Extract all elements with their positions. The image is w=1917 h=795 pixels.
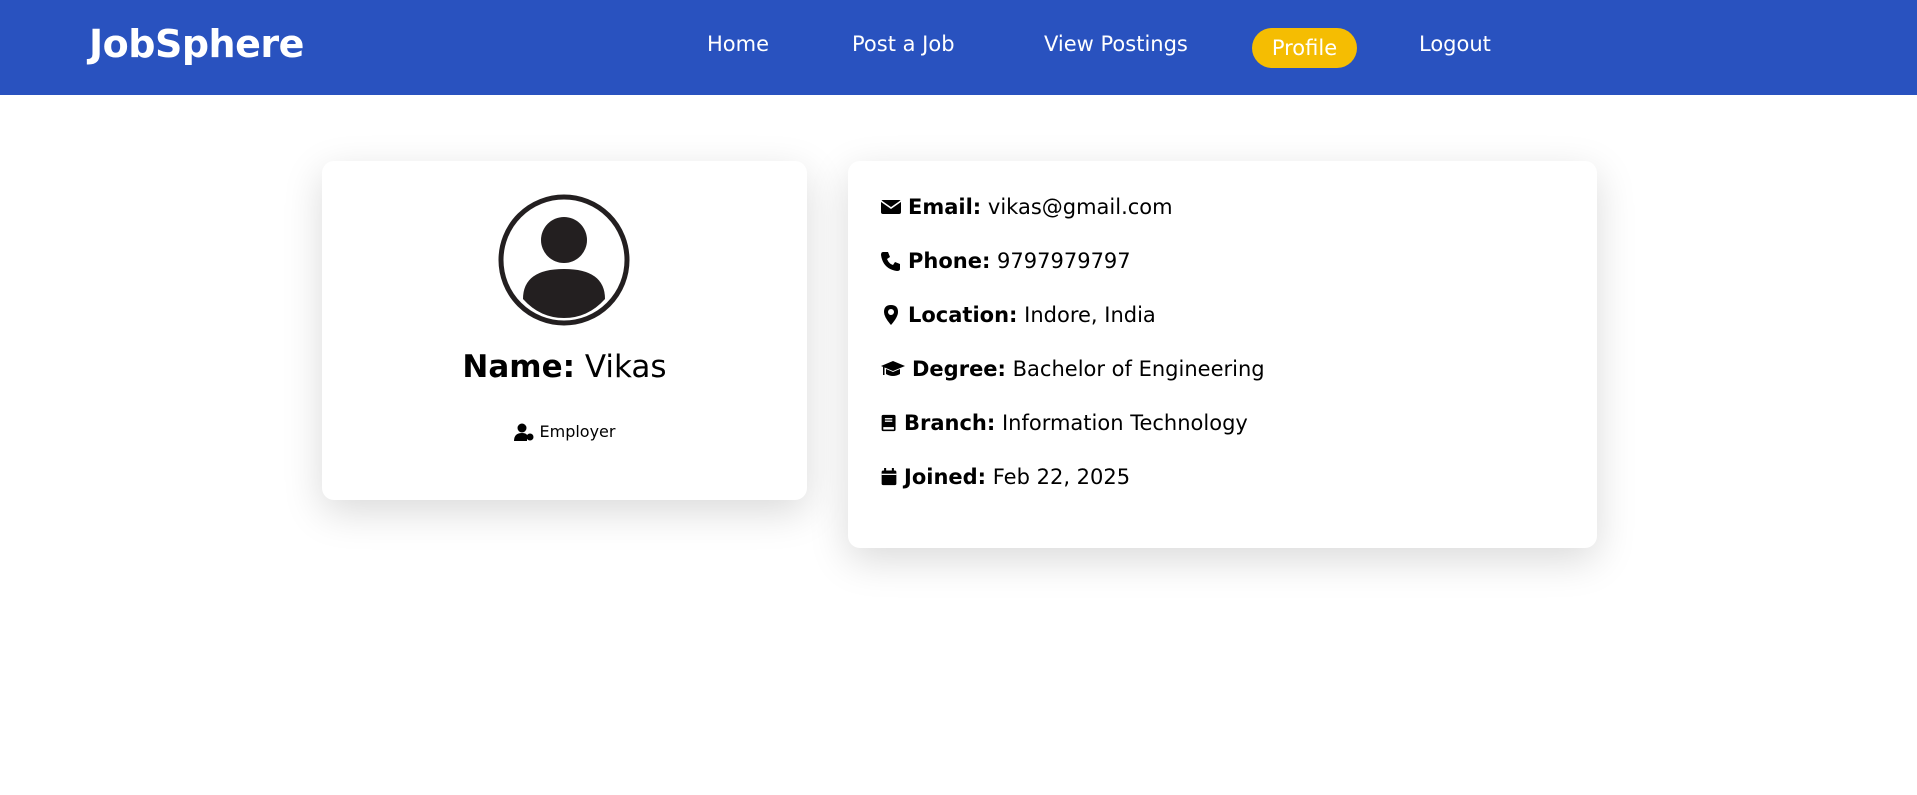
detail-location: Location: Indore, India [880,303,1156,327]
profile-role: Employer [322,422,807,441]
phone-icon [881,252,900,271]
nav-logout[interactable]: Logout [1419,32,1491,56]
detail-branch: Branch: Information Technology [880,411,1248,435]
detail-joined: Joined: Feb 22, 2025 [880,465,1130,489]
navbar: JobSphere Home Post a Job View Postings … [0,0,1917,95]
nav-post-job[interactable]: Post a Job [852,32,955,56]
calendar-icon [881,468,897,486]
graduation-cap-icon [881,361,905,376]
nav-home[interactable]: Home [707,32,769,56]
envelope-icon [880,200,902,214]
detail-email: Email: vikas@gmail.com [880,195,1173,219]
location-pin-icon [884,305,898,325]
logo[interactable]: JobSphere [89,22,304,66]
nav-profile[interactable]: Profile [1252,28,1357,68]
user-circle-icon [498,194,630,326]
nav-view-postings[interactable]: View Postings [1044,32,1188,56]
user-tie-icon [513,423,533,441]
profile-card: Name: Vikas Employer [322,161,807,500]
profile-name: Name: Vikas [462,349,667,385]
details-card: Email: vikas@gmail.com Phone: 9797979797… [848,161,1597,548]
detail-degree: Degree: Bachelor of Engineering [880,357,1265,381]
book-icon [881,414,896,432]
detail-phone: Phone: 9797979797 [880,249,1131,273]
